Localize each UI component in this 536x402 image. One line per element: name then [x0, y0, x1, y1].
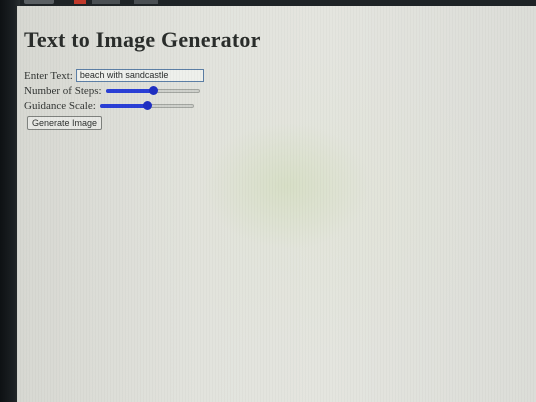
browser-tab[interactable]	[24, 0, 54, 4]
generate-image-button[interactable]: Generate Image	[27, 115, 103, 130]
enter-text-label: Enter Text:	[24, 69, 73, 82]
browser-tab[interactable]	[134, 0, 158, 4]
steps-slider-thumb[interactable]	[148, 85, 158, 95]
prompt-text-input[interactable]: beach with sandcastle	[75, 69, 204, 82]
steps-slider-fill	[105, 88, 153, 93]
guidance-slider[interactable]	[99, 100, 194, 112]
guidance-row: Guidance Scale:	[24, 98, 504, 113]
steps-slider[interactable]	[105, 85, 200, 97]
guidance-slider-thumb[interactable]	[142, 100, 152, 110]
guidance-scale-label: Guidance Scale:	[24, 99, 96, 112]
browser-tab-icon	[74, 0, 86, 4]
number-of-steps-label: Number of Steps:	[24, 84, 102, 97]
photo-frame: Text to Image Generator Enter Text: beac…	[0, 0, 536, 402]
page-content: Text to Image Generator Enter Text: beac…	[24, 26, 504, 130]
button-row: Generate Image	[24, 115, 504, 130]
text-input-row: Enter Text: beach with sandcastle	[24, 68, 504, 83]
steps-row: Number of Steps:	[24, 83, 504, 98]
guidance-slider-fill	[99, 103, 147, 108]
browser-viewport: Text to Image Generator Enter Text: beac…	[17, 6, 536, 402]
prompt-text-value: beach with sandcastle	[79, 70, 169, 80]
browser-tab[interactable]	[92, 0, 120, 4]
page-title: Text to Image Generator	[24, 27, 261, 52]
